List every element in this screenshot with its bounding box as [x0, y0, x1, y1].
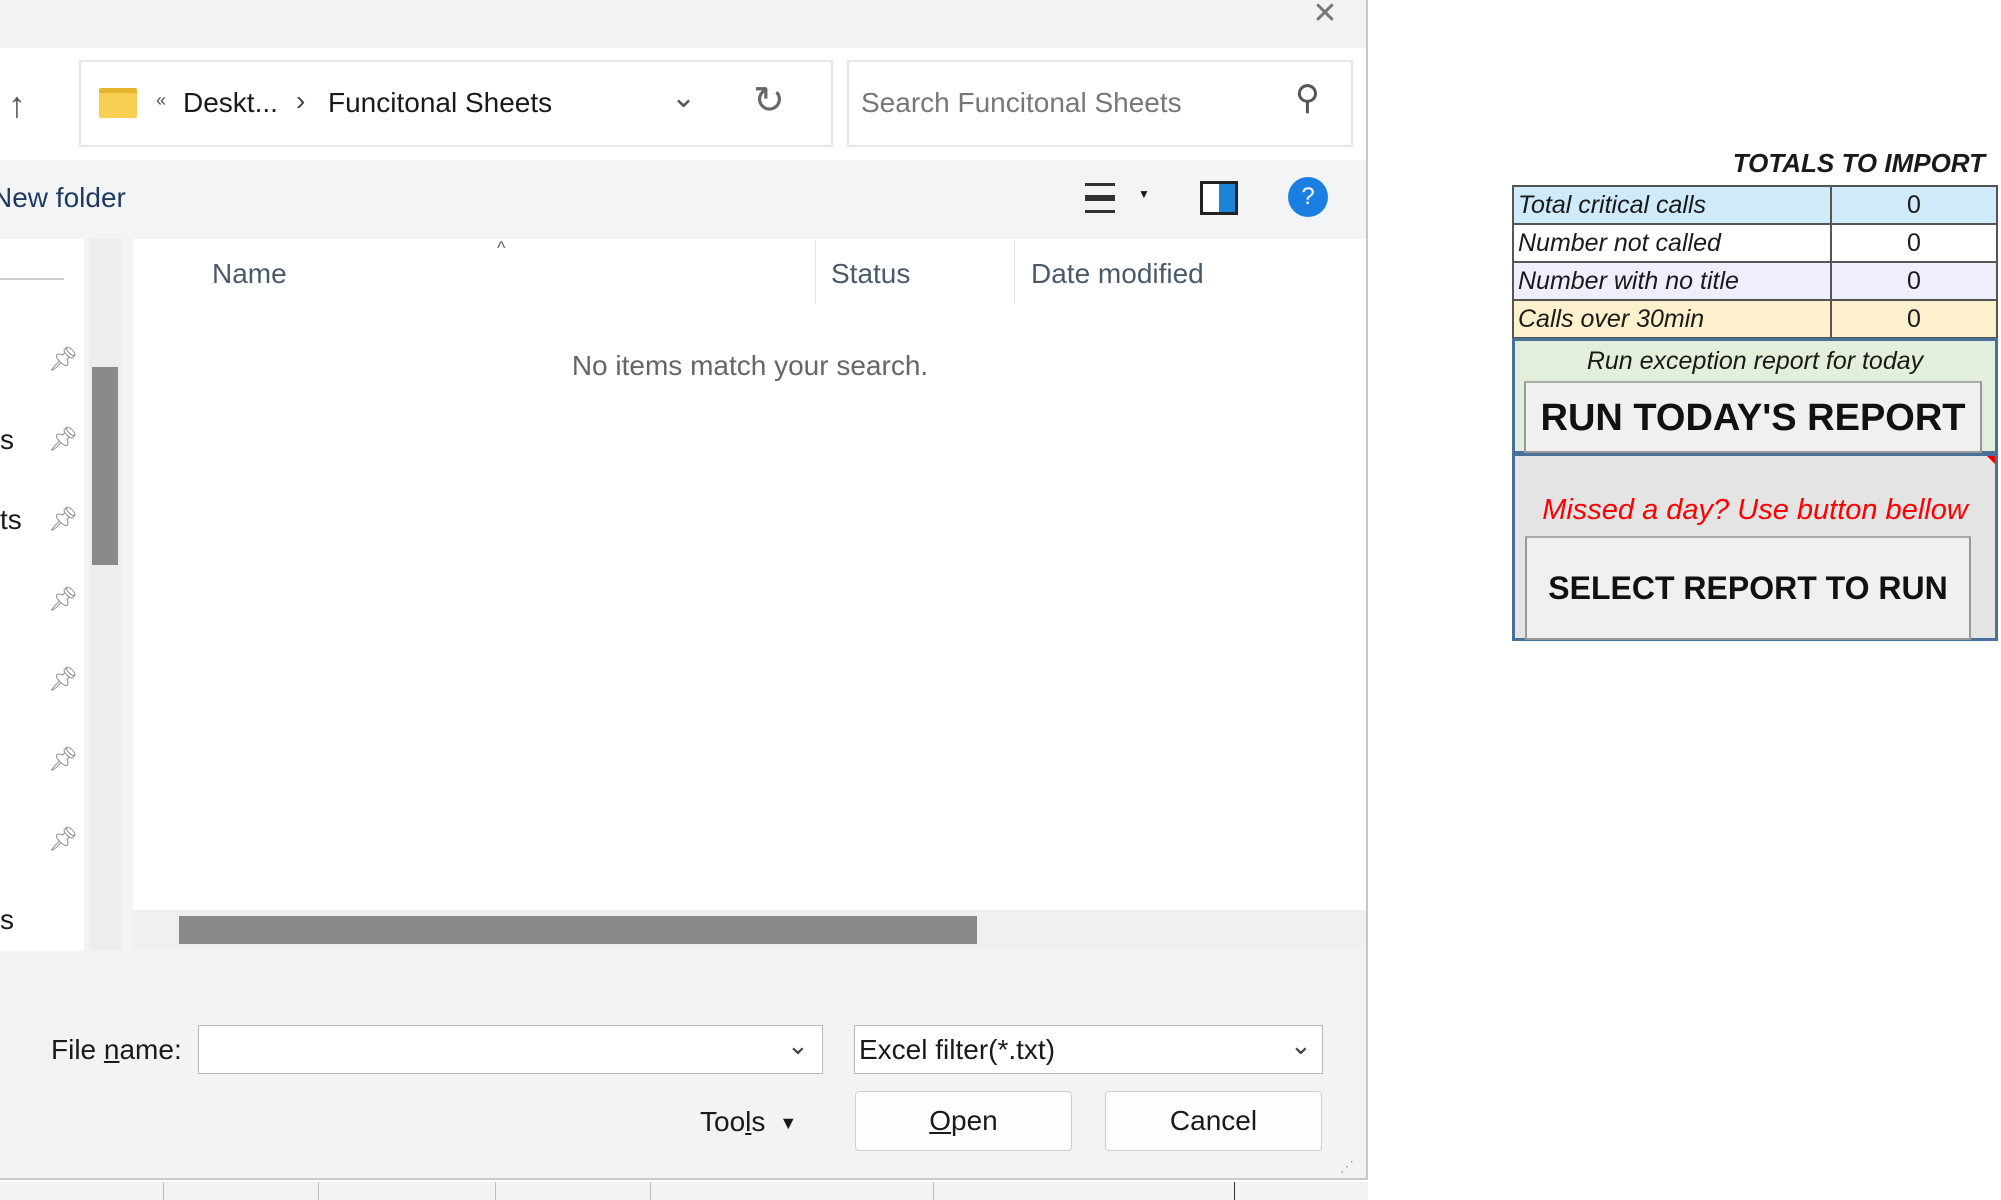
view-list-icon[interactable] [1085, 183, 1115, 213]
table-row: Calls over 30min 0 [1512, 299, 1998, 339]
column-header-name[interactable]: Name [212, 258, 287, 290]
cancel-button[interactable]: Cancel [1105, 1091, 1322, 1151]
divider [0, 278, 64, 280]
comment-indicator [1987, 456, 1995, 464]
vertical-scrollbar-thumb[interactable] [92, 367, 118, 565]
nav-item-fragment[interactable]: s [0, 424, 14, 456]
vertical-scrollbar[interactable] [89, 239, 121, 951]
table-row: Number not called 0 [1512, 223, 1998, 263]
row-value[interactable]: 0 [1830, 185, 1998, 225]
empty-message: No items match your search. [571, 350, 929, 381]
breadcrumb-parent[interactable]: Deskt... [183, 87, 278, 119]
navigation-pane: 📌︎ 📌︎ 📌︎ 📌︎ 📌︎ 📌︎ 📌︎ s ts s [0, 239, 84, 951]
up-arrow-icon[interactable]: ↑ [8, 84, 26, 126]
run-todays-report-button[interactable]: RUN TODAY'S REPORT [1524, 381, 1982, 453]
label-part: pen [951, 1105, 998, 1136]
column-header-date-modified[interactable]: Date modified [1031, 258, 1204, 290]
search-icon[interactable]: ⚲ [1295, 78, 1320, 118]
gridline [650, 1182, 651, 1200]
resize-grip-icon[interactable]: ⋰ [1340, 1158, 1354, 1175]
row-label[interactable]: Number with no title [1512, 261, 1832, 301]
refresh-icon[interactable]: ↻ [753, 78, 785, 123]
file-name-input[interactable]: ⌄ [198, 1025, 823, 1074]
pin-icon[interactable]: 📌︎ [48, 665, 78, 694]
sort-ascending-icon: ^ [497, 238, 506, 258]
file-name-label: File name: [51, 1034, 182, 1066]
row-label[interactable]: Total critical calls [1512, 185, 1832, 225]
pin-icon[interactable]: 📌︎ [48, 505, 78, 534]
gridline [163, 1182, 164, 1200]
breadcrumb-current[interactable]: Funcitonal Sheets [328, 87, 552, 119]
totals-table: Total critical calls 0 Number not called 0… [1512, 185, 1998, 339]
breadcrumb-overflow[interactable]: « [156, 90, 166, 111]
chevron-down-icon[interactable]: ⌄ [787, 1030, 809, 1061]
file-type-select[interactable]: Excel filter(*.txt) ⌄ [854, 1025, 1323, 1074]
label-accelerator: O [929, 1105, 952, 1136]
view-options-dropdown-icon[interactable]: ▼ [1138, 187, 1150, 201]
today-caption: Run exception report for today [1586, 347, 1924, 375]
label-accelerator: n [103, 1034, 120, 1065]
spreadsheet-sheet-strip [0, 1182, 1368, 1200]
open-file-dialog: ✕ ↑ « Deskt... › Funcitonal Sheets ⌄ ↻ S… [0, 0, 1368, 1180]
label-part: File [51, 1034, 104, 1065]
help-button[interactable]: ? [1288, 177, 1328, 217]
file-list [133, 239, 1366, 911]
pin-icon[interactable]: 📌︎ [48, 745, 78, 774]
nav-item-fragment[interactable]: ts [0, 504, 22, 536]
column-divider[interactable] [1014, 240, 1015, 304]
pin-icon[interactable]: 📌︎ [48, 345, 78, 374]
column-divider[interactable] [815, 240, 816, 304]
new-folder-button[interactable]: New folder [0, 182, 126, 214]
open-button[interactable]: Open [855, 1091, 1072, 1151]
gridline [495, 1182, 496, 1200]
label-part: s [751, 1106, 766, 1137]
address-bar[interactable]: « Deskt... › Funcitonal Sheets ⌄ ↻ [79, 60, 833, 147]
table-row: Number with no title 0 [1512, 261, 1998, 301]
file-type-value: Excel filter(*.txt) [859, 1034, 1056, 1065]
search-box[interactable]: Search Funcitonal Sheets ⚲ [847, 60, 1353, 147]
gridline [1234, 1182, 1235, 1200]
title-bar [0, 0, 1366, 48]
horizontal-scrollbar-thumb[interactable] [179, 916, 977, 944]
chevron-down-icon[interactable]: ⌄ [1290, 1030, 1312, 1061]
pin-icon[interactable]: 📌︎ [48, 825, 78, 854]
chevron-down-icon[interactable]: ⌄ [671, 80, 696, 115]
caret-down-icon: ▼ [779, 1113, 798, 1134]
label-part: Too [700, 1106, 746, 1137]
row-value[interactable]: 0 [1830, 261, 1998, 301]
row-value[interactable]: 0 [1830, 223, 1998, 263]
missed-caption: Missed a day? Use button bellow [1542, 494, 1968, 526]
pin-icon[interactable]: 📌︎ [48, 425, 78, 454]
totals-title: TOTALS TO IMPORT [1732, 148, 1985, 178]
nav-item-fragment[interactable]: s [0, 904, 14, 936]
today-report-section: Run exception report for today RUN TODAY… [1512, 338, 1998, 454]
row-value[interactable]: 0 [1830, 299, 1998, 339]
column-header-status[interactable]: Status [831, 258, 910, 290]
label-part: ame: [119, 1034, 182, 1065]
row-label[interactable]: Calls over 30min [1512, 299, 1832, 339]
table-row: Total critical calls 0 [1512, 185, 1998, 225]
tools-menu-button[interactable]: Tools ▼ [700, 1106, 797, 1138]
breadcrumb-separator: › [296, 85, 306, 116]
search-input[interactable]: Search Funcitonal Sheets [861, 87, 1182, 119]
missed-day-section: Missed a day? Use button bellow SELECT R… [1512, 453, 1998, 641]
toolbar: New folder ▼ ? [0, 161, 1366, 239]
select-report-button[interactable]: SELECT REPORT TO RUN [1525, 536, 1971, 640]
folder-icon [99, 88, 137, 118]
gridline [318, 1182, 319, 1200]
close-icon[interactable]: ✕ [1305, 0, 1345, 30]
preview-pane-icon[interactable] [1200, 181, 1238, 215]
gridline [933, 1182, 934, 1200]
pin-icon[interactable]: 📌︎ [48, 585, 78, 614]
row-label[interactable]: Number not called [1512, 223, 1832, 263]
